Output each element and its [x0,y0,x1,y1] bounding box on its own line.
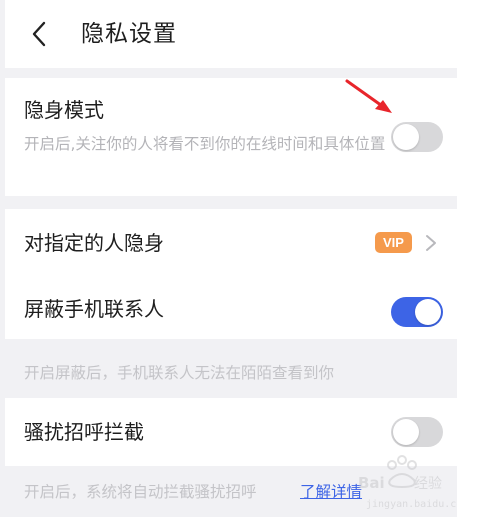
hide-from-specific-title: 对指定的人隐身 [24,231,164,255]
harass-intercept-toggle[interactable] [391,417,443,447]
page-title: 隐私设置 [81,21,177,47]
block-contacts-title: 屏蔽手机联系人 [24,297,164,321]
chevron-left-icon [32,21,46,47]
learn-more-link[interactable]: 了解详情 [300,481,362,503]
toggle-knob [393,419,419,445]
stealth-mode-title: 隐身模式 [24,98,104,122]
stealth-mode-description: 开启后,关注你的人将看不到你的在线时间和具体位置 [24,135,386,153]
harass-intercept-title: 骚扰招呼拦截 [24,420,144,444]
app-header: 隐私设置 [5,0,457,68]
block-contacts-toggle[interactable] [391,297,443,327]
harass-intercept-note: 开启后，系统将自动拦截骚扰招呼 [24,483,257,501]
page-margin [457,0,479,517]
chevron-right-icon[interactable] [424,233,438,253]
toggle-knob [393,124,419,150]
stealth-mode-toggle[interactable] [391,122,443,152]
back-button[interactable] [19,14,59,54]
visibility-card: 对指定的人隐身 屏蔽手机联系人 [5,209,457,339]
block-contacts-row: 屏蔽手机联系人 [5,277,457,339]
toggle-knob [415,299,441,325]
harass-intercept-card: 骚扰招呼拦截 [5,398,457,466]
privacy-settings-screen: 隐私设置 隐身模式 开启后,关注你的人将看不到你的在线时间和具体位置 对指定的人… [5,0,457,517]
stealth-mode-card: 隐身模式 开启后,关注你的人将看不到你的在线时间和具体位置 [5,78,457,196]
block-contacts-note: 开启屏蔽后，手机联系人无法在陌陌查看到你 [24,364,335,382]
vip-badge: VIP [375,232,412,253]
